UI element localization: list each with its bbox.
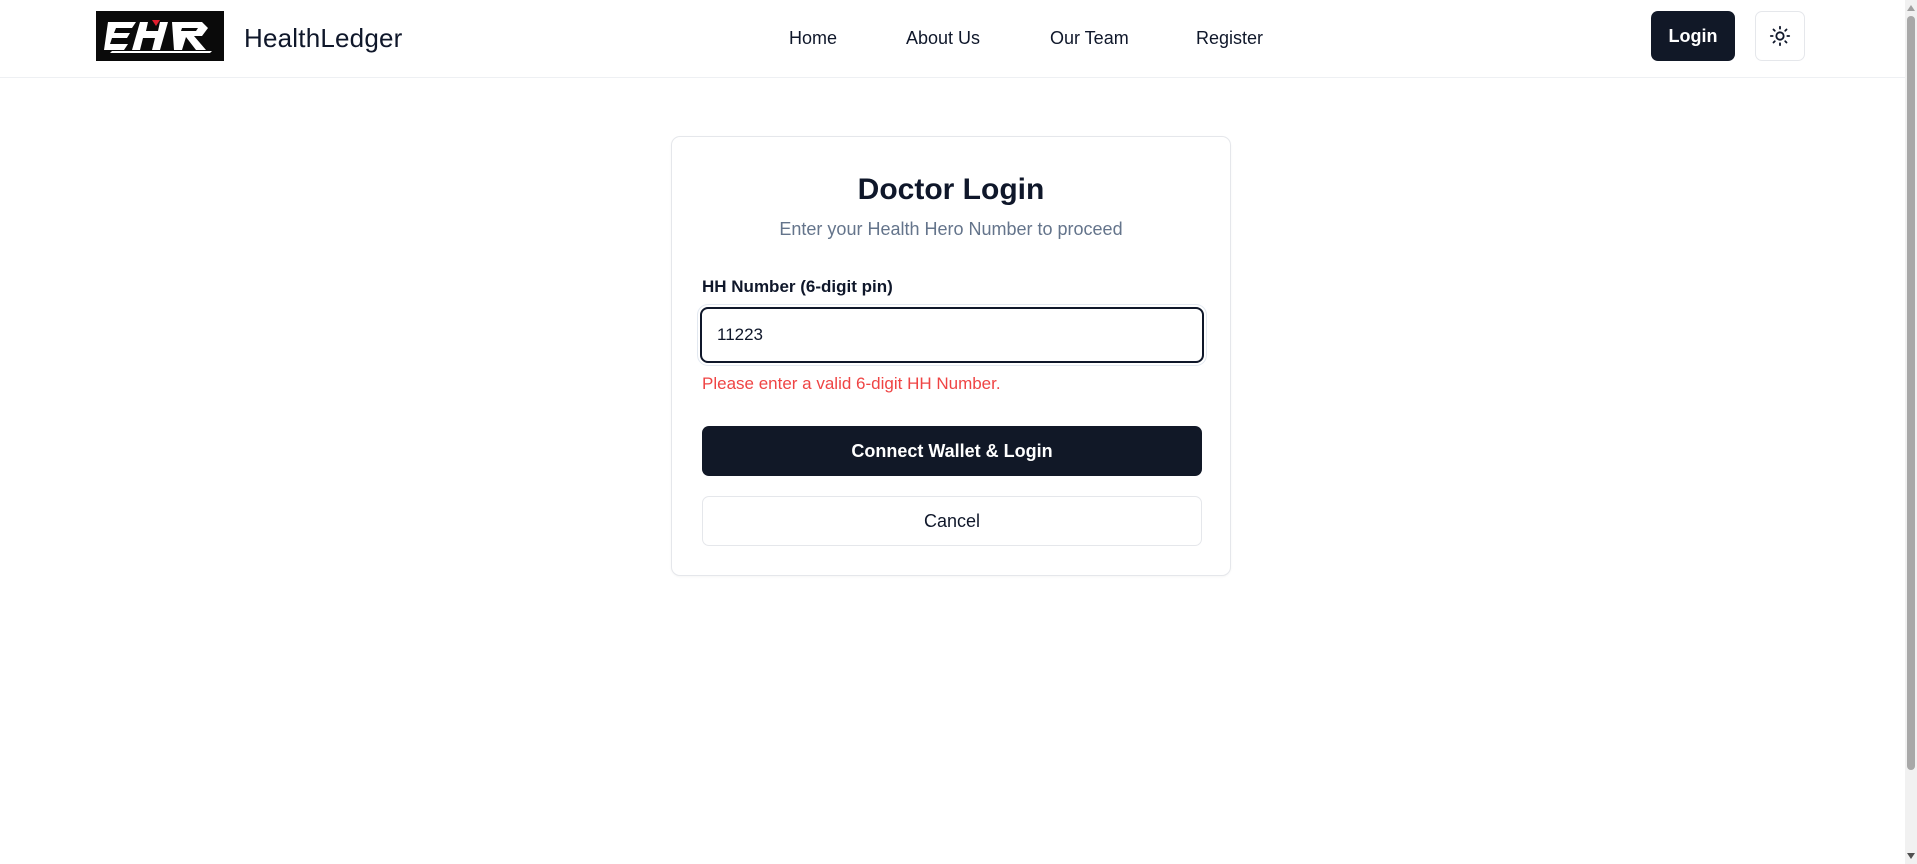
- hh-number-label: HH Number (6-digit pin): [702, 277, 893, 296]
- nav-register-link[interactable]: Register: [1196, 26, 1263, 50]
- sun-icon: [1769, 25, 1791, 47]
- cancel-button[interactable]: Cancel: [702, 496, 1202, 546]
- validation-error-text: Please enter a valid 6-digit HH Number.: [702, 374, 1001, 393]
- main-nav: Home About Us Our Team Register: [0, 26, 1905, 50]
- header-login-button[interactable]: Login: [1651, 11, 1735, 61]
- connect-wallet-login-button[interactable]: Connect Wallet & Login: [702, 426, 1202, 476]
- hh-number-input[interactable]: [700, 307, 1204, 363]
- scroll-up-arrow-icon[interactable]: [1906, 2, 1916, 14]
- scroll-down-arrow-icon[interactable]: [1906, 850, 1916, 862]
- card-subtitle: Enter your Health Hero Number to proceed: [779, 219, 1123, 239]
- nav-our-team-link[interactable]: Our Team: [1050, 26, 1129, 50]
- scrollbar-thumb[interactable]: [1907, 16, 1915, 770]
- doctor-login-card: Doctor Login Enter your Health Hero Numb…: [671, 136, 1231, 576]
- top-navbar: HealthLedger Home About Us Our Team Regi…: [0, 0, 1905, 78]
- card-title: Doctor Login: [857, 173, 1045, 206]
- theme-toggle-button[interactable]: [1755, 11, 1805, 61]
- vertical-scrollbar[interactable]: [1905, 0, 1917, 864]
- nav-about-us-link[interactable]: About Us: [906, 26, 980, 50]
- nav-home-link[interactable]: Home: [789, 26, 837, 50]
